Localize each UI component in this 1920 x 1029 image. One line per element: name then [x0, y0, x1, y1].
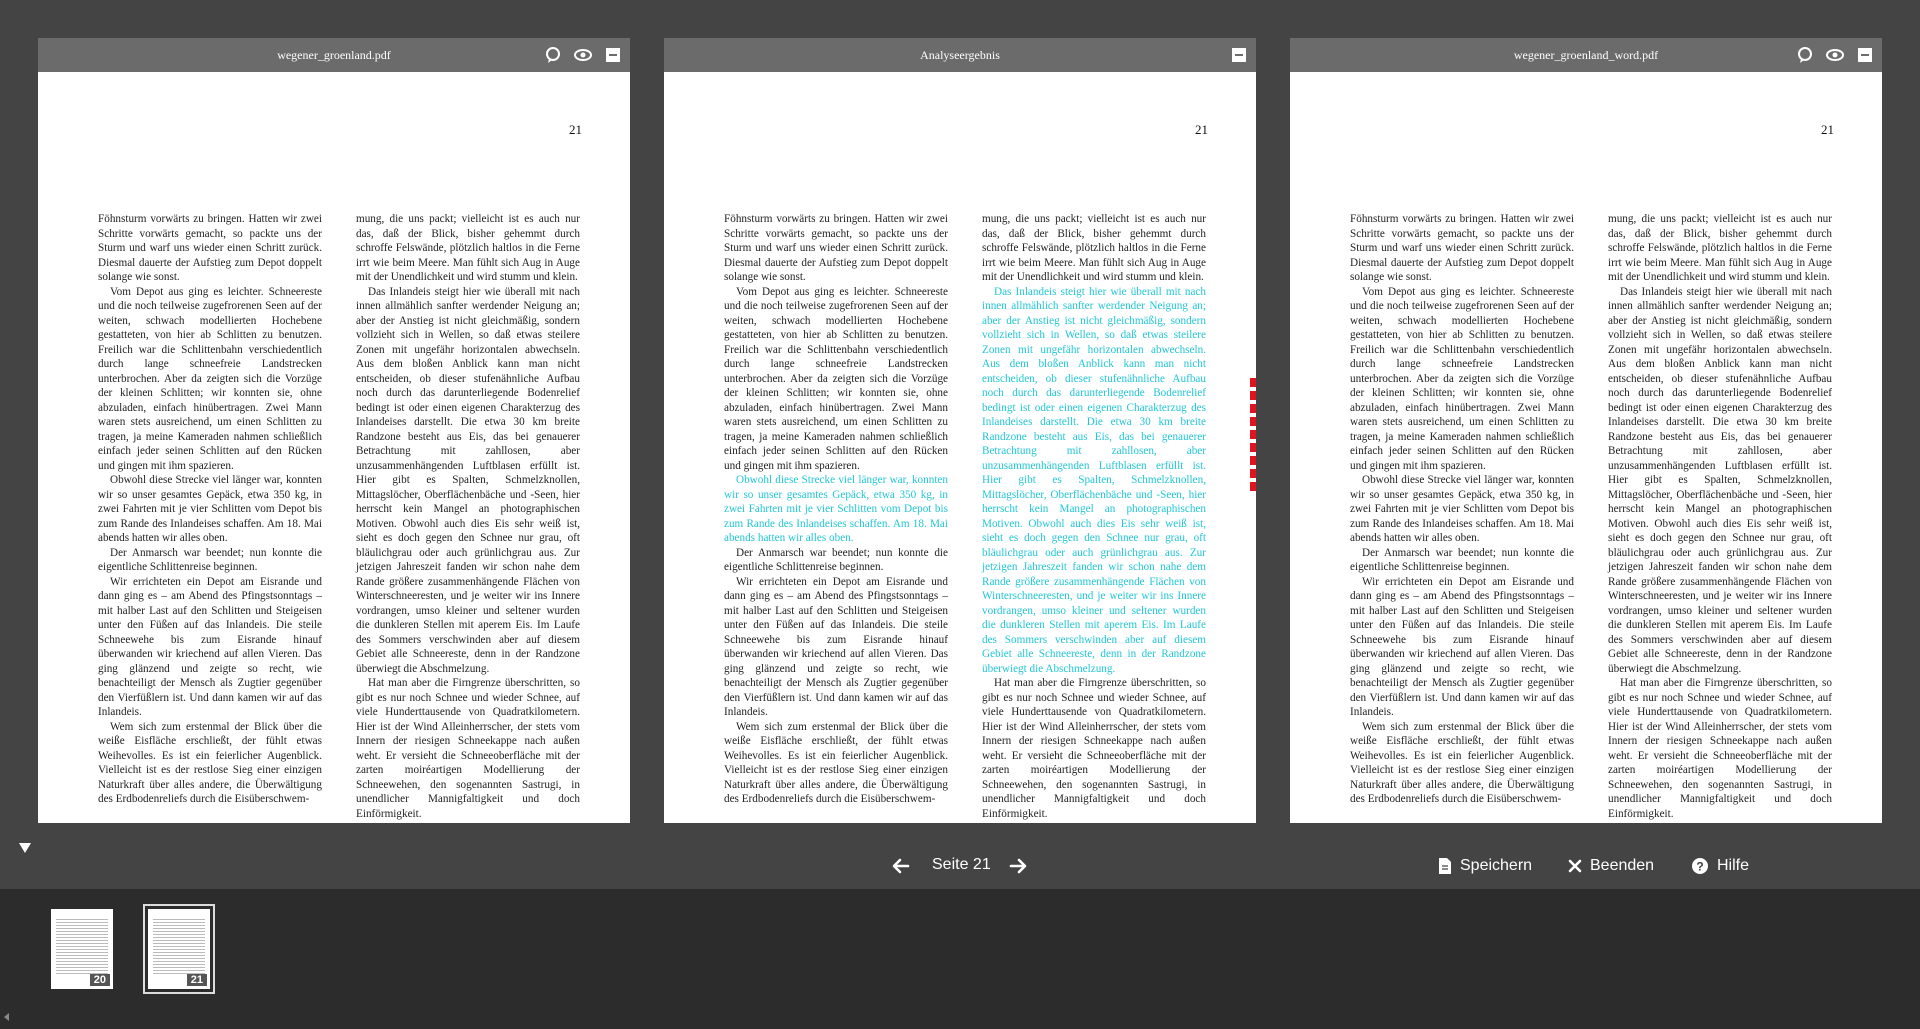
minimize-icon[interactable] [1230, 46, 1248, 64]
text-column-left: Föhnsturm vorwärts zu bringen. Hatten wi… [1350, 212, 1574, 807]
paragraph: Föhnsturm vorwärts zu bringen. Hatten wi… [1350, 213, 1574, 283]
next-page-arrow-icon[interactable] [1007, 855, 1029, 877]
comment-icon[interactable] [544, 46, 562, 64]
page-number: 21 [569, 122, 582, 137]
minimize-icon[interactable] [1856, 46, 1874, 64]
document-panel-word: wegener_groenland_word.pdf 21 Föhnsturm … [1290, 38, 1882, 823]
paragraph: Vom Depot aus ging es leichter. Schneere… [1350, 285, 1574, 472]
help-button[interactable]: ? Hilfe [1691, 854, 1749, 878]
eye-icon[interactable] [1826, 46, 1844, 64]
paragraph: Föhnsturm vorwärts zu bringen. Hatten wi… [98, 213, 322, 283]
paragraph: Das Inlandeis steigt hier wie überall mi… [1608, 285, 1832, 675]
page-number: 21 [1195, 122, 1208, 137]
save-button[interactable]: Speichern [1438, 854, 1532, 878]
comment-icon[interactable] [1796, 46, 1814, 64]
text-column-right: mung, die uns packt; vielleicht ist es a… [356, 212, 580, 821]
paragraph: mung, die uns packt; vielleicht ist es a… [356, 213, 580, 283]
minimize-icon[interactable] [604, 46, 622, 64]
help-icon: ? [1692, 858, 1708, 874]
highlighted-paragraph[interactable]: Das Inlandeis steigt hier wie überall mi… [982, 285, 1206, 677]
eye-icon[interactable] [574, 46, 592, 64]
paragraph: Vom Depot aus ging es leichter. Schneere… [98, 285, 322, 472]
analysis-panel: Analyseergebnis 21 Föhnsturm vorwärts zu… [664, 38, 1256, 823]
paragraph: Wem sich zum erstenmal der Blick über di… [724, 720, 948, 806]
save-label: Speichern [1460, 857, 1533, 874]
paragraph: Hat man aber die Firngrenze überschritte… [982, 677, 1206, 820]
text-column-right: mung, die uns packt; vielleicht ist es a… [982, 212, 1206, 821]
panel-title: wegener_groenland_word.pdf [1513, 48, 1659, 62]
previous-page-arrow-icon[interactable] [890, 855, 912, 877]
analysis-page: 21 Föhnsturm vorwärts zu bringen. Hatten… [664, 72, 1256, 823]
paragraph: Wir errichteten ein Depot am Eisrande un… [724, 575, 948, 719]
paragraph: Obwohl diese Strecke viel länger war, ko… [98, 474, 322, 544]
paragraph: mung, die uns packt; vielleicht ist es a… [982, 213, 1206, 283]
page-thumbnail-active[interactable]: 21 [143, 904, 215, 994]
paragraph: Hat man aber die Firngrenze überschritte… [356, 677, 580, 820]
paragraph: Wir errichteten ein Depot am Eisrande un… [1350, 575, 1574, 719]
text-column-right: mung, die uns packt; vielleicht ist es a… [1608, 212, 1832, 821]
document-panel-original: wegener_groenland.pdf 21 Föhnsturm vorwä… [38, 38, 630, 823]
thumbnail-strip: 20 21 [0, 889, 1920, 1029]
paragraph: Der Anmarsch war beendet; nun konnte die… [724, 546, 948, 574]
close-icon [1568, 859, 1582, 873]
panel-header: wegener_groenland_word.pdf [1290, 38, 1882, 72]
paragraph: Wem sich zum erstenmal der Blick über di… [1350, 720, 1574, 806]
panel-header: wegener_groenland.pdf [38, 38, 630, 72]
document-page: 21 Föhnsturm vorwärts zu bringen. Hatten… [1290, 72, 1882, 823]
difference-marker[interactable] [1250, 378, 1256, 506]
panel-header: Analyseergebnis [664, 38, 1256, 72]
thumbnail-page-number: 20 [89, 974, 110, 986]
paragraph: Wir errichteten ein Depot am Eisrande un… [98, 575, 322, 719]
help-label: Hilfe [1717, 857, 1750, 874]
paragraph: Der Anmarsch war beendet; nun konnte die… [1350, 546, 1574, 574]
paragraph: Föhnsturm vorwärts zu bringen. Hatten wi… [724, 213, 948, 283]
text-column-left: Föhnsturm vorwärts zu bringen. Hatten wi… [98, 212, 322, 807]
exit-label: Beenden [1590, 857, 1655, 874]
bottom-toolbar: Seite 21 Speichern Beenden ? Hilfe [0, 843, 1920, 889]
thumbnail-page-number: 21 [186, 974, 207, 986]
highlighted-paragraph[interactable]: Obwohl diese Strecke viel länger war, ko… [724, 473, 948, 546]
paragraph: Das Inlandeis steigt hier wie überall mi… [356, 285, 580, 675]
text-column-left: Föhnsturm vorwärts zu bringen. Hatten wi… [724, 212, 948, 807]
page-thumbnail[interactable]: 20 [51, 909, 113, 989]
svg-text:?: ? [1696, 860, 1703, 874]
paragraph: Wem sich zum erstenmal der Blick über di… [98, 720, 322, 806]
paragraph: Vom Depot aus ging es leichter. Schneere… [724, 285, 948, 472]
panel-title: Analyseergebnis [920, 48, 1000, 62]
paragraph: Obwohl diese Strecke viel länger war, ko… [1350, 474, 1574, 544]
paragraph: Der Anmarsch war beendet; nun konnte die… [98, 546, 322, 574]
paragraph: mung, die uns packt; vielleicht ist es a… [1608, 213, 1832, 283]
page-indicator: Seite 21 [932, 856, 991, 873]
document-page: 21 Föhnsturm vorwärts zu bringen. Hatten… [38, 72, 630, 823]
scroll-left-arrow-icon[interactable] [4, 1013, 9, 1021]
panel-title: wegener_groenland.pdf [277, 48, 391, 62]
exit-button[interactable]: Beenden [1568, 854, 1654, 878]
pdf-file-icon [1439, 858, 1451, 874]
paragraph: Hat man aber die Firngrenze überschritte… [1608, 677, 1832, 820]
page-number: 21 [1821, 122, 1834, 137]
